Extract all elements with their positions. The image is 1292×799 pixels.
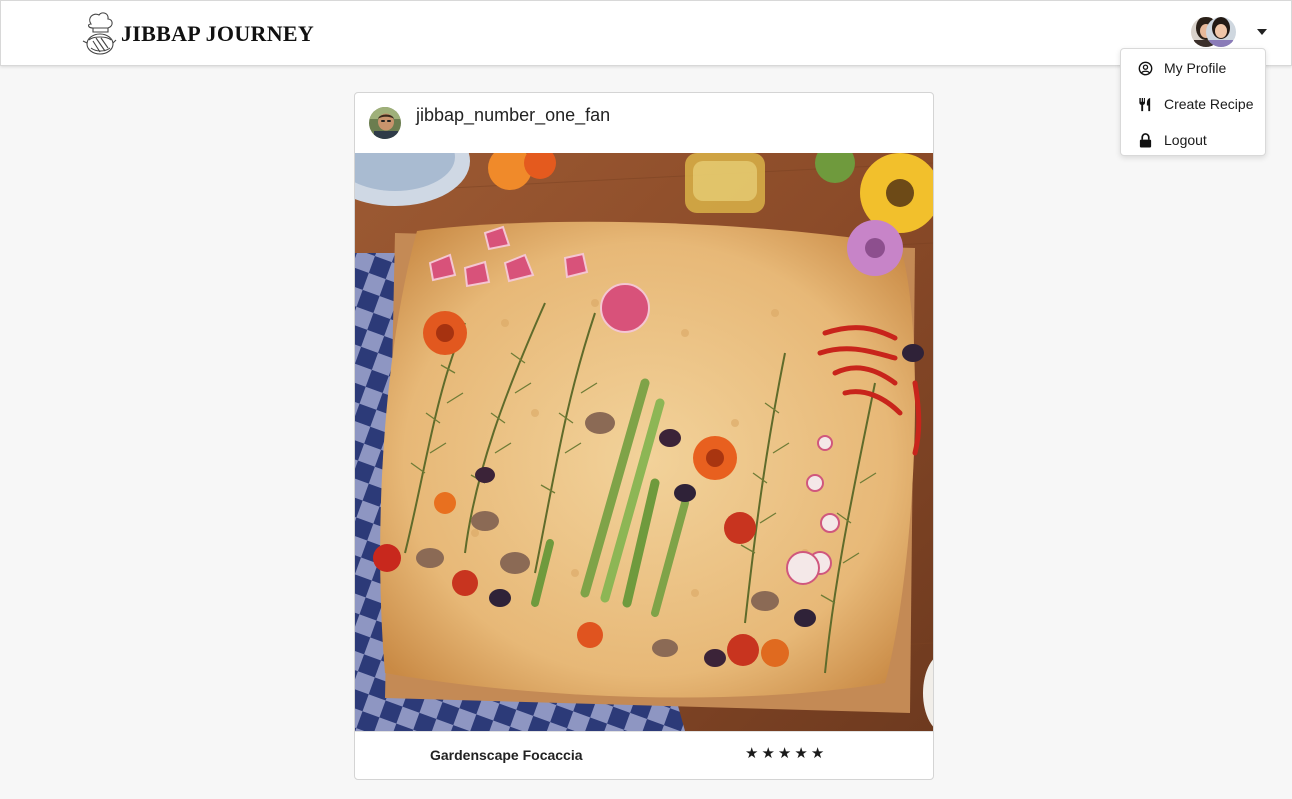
lock-icon [1137, 132, 1153, 148]
author-username[interactable]: jibbap_number_one_fan [416, 105, 610, 126]
star-icon[interactable]: ★ [794, 745, 807, 763]
star-icon[interactable]: ★ [811, 745, 824, 763]
star-icon[interactable]: ★ [761, 745, 774, 763]
top-navbar: JIBBAP JOURNEY [0, 0, 1292, 66]
user-dropdown-menu: My Profile Create Recipe Logout [1120, 48, 1266, 156]
menu-item-label: My Profile [1164, 60, 1227, 76]
user-menu-button[interactable] [1191, 14, 1267, 50]
menu-item-logout[interactable]: Logout [1121, 122, 1265, 158]
star-icon[interactable]: ★ [778, 745, 791, 763]
author-avatar[interactable] [369, 107, 401, 139]
brand-name: JIBBAP JOURNEY [121, 21, 315, 46]
menu-item-label: Create Recipe [1164, 96, 1254, 112]
brand-home-link[interactable]: JIBBAP JOURNEY [81, 10, 314, 58]
utensils-icon [1137, 96, 1153, 112]
user-avatar [1191, 17, 1236, 47]
focaccia-photo[interactable] [355, 153, 933, 731]
menu-item-label: Logout [1164, 132, 1207, 148]
chef-hat-logo-icon [82, 12, 117, 55]
star-icon[interactable]: ★ [745, 745, 758, 763]
post-footer: Gardenscape Focaccia ★ ★ ★ ★ ★ [355, 731, 933, 779]
caret-down-icon [1257, 29, 1267, 35]
recipe-title[interactable]: Gardenscape Focaccia [430, 747, 583, 763]
star-rating: ★ ★ ★ ★ ★ [745, 745, 827, 763]
recipe-post-card: jibbap_number_one_fan Gardenscape Focacc… [354, 92, 934, 780]
menu-item-create-recipe[interactable]: Create Recipe [1121, 86, 1265, 122]
post-header: jibbap_number_one_fan [355, 93, 933, 153]
menu-item-my-profile[interactable]: My Profile [1121, 50, 1265, 86]
user-circle-icon [1137, 60, 1153, 76]
